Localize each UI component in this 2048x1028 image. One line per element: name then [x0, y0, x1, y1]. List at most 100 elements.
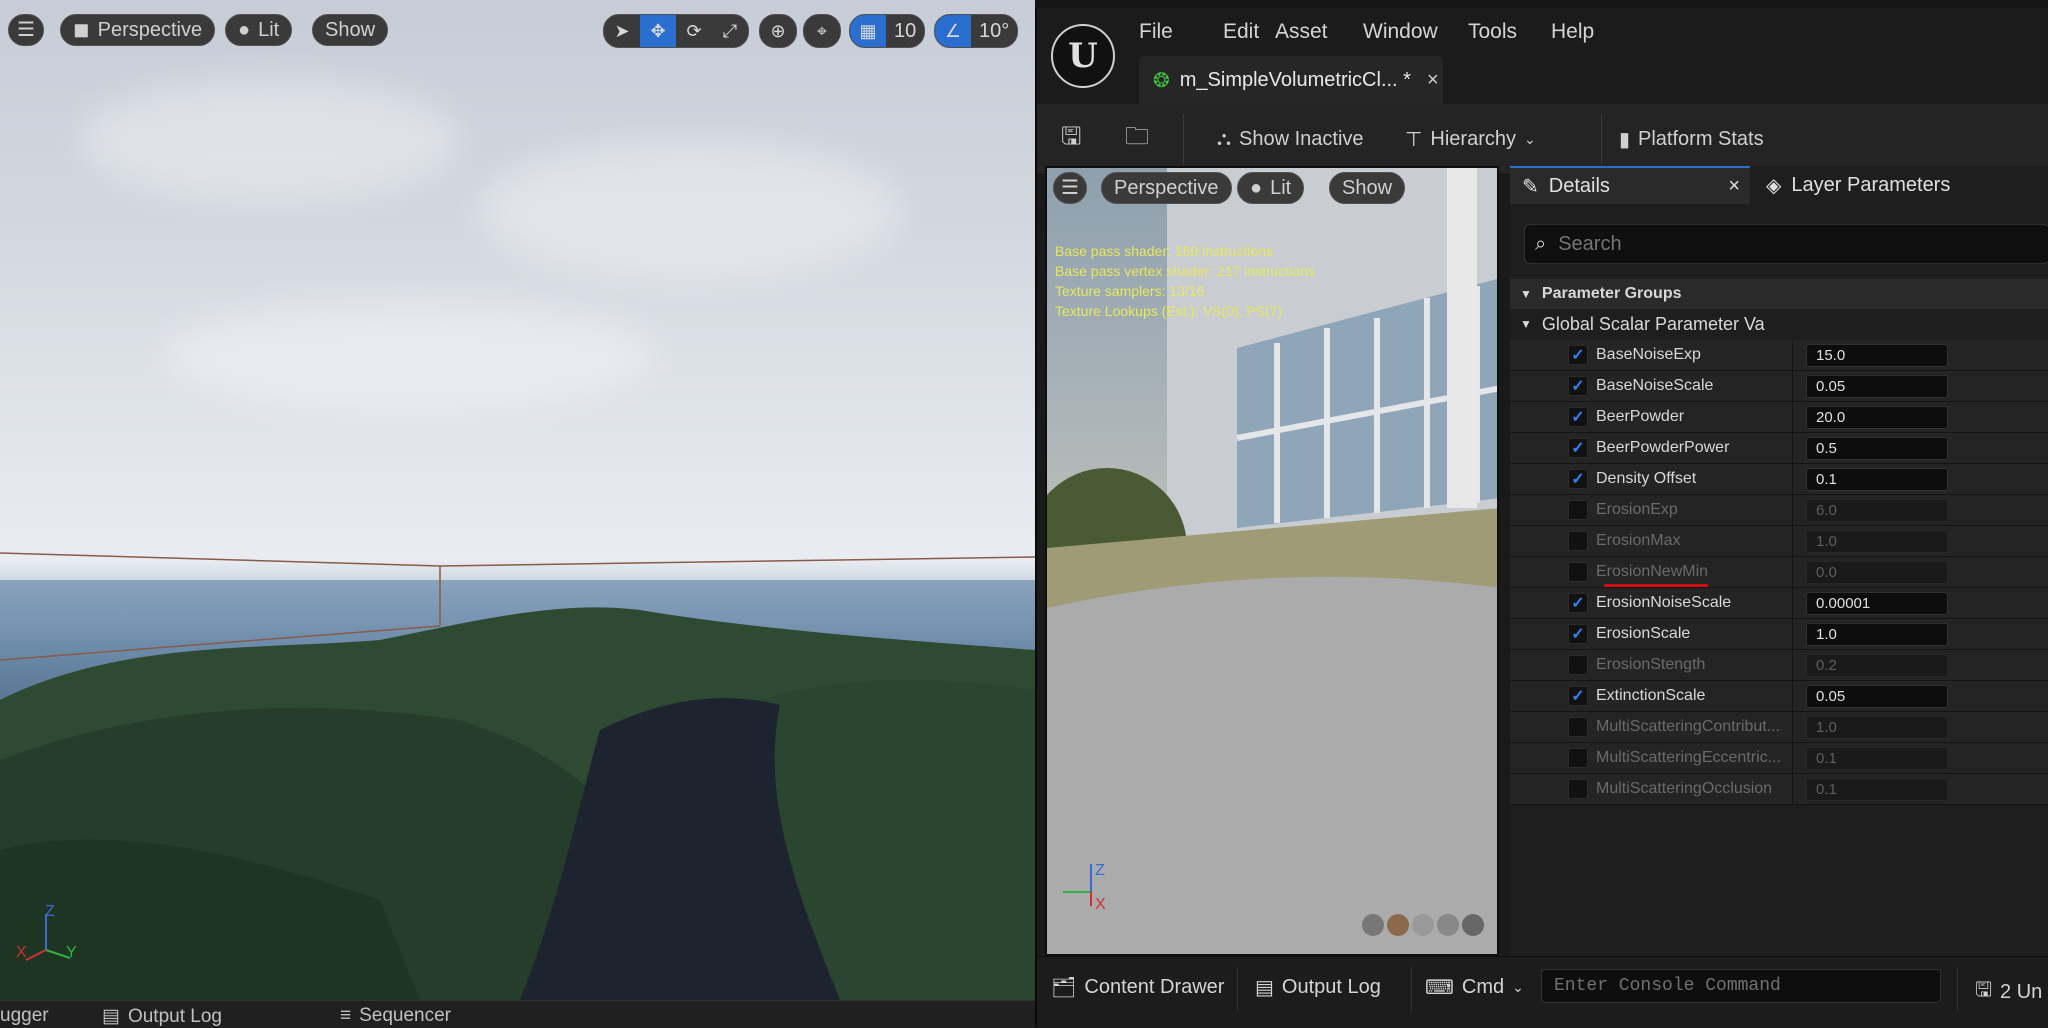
output-log-tab[interactable]: ▤ Output Log: [102, 1005, 222, 1028]
grid-snap-group: ▦ 10: [849, 14, 926, 48]
parameter-value-input[interactable]: 20.0: [1806, 406, 1948, 429]
parameter-enable-checkbox[interactable]: ✓: [1568, 686, 1588, 706]
parameter-value-input[interactable]: 0.00001: [1806, 592, 1948, 615]
menu-edit[interactable]: Edit: [1223, 20, 1259, 44]
layer-parameters-tab[interactable]: ◈ Layer Parameters: [1754, 166, 2048, 204]
parameter-enable-checkbox[interactable]: [1568, 500, 1588, 520]
parameter-value-input[interactable]: 1.0: [1806, 716, 1948, 739]
parameter-value-input[interactable]: 0.1: [1806, 778, 1948, 801]
column-divider: [1792, 402, 1793, 433]
preview-show-button[interactable]: Show: [1329, 172, 1406, 204]
parameter-value-input[interactable]: 0.2: [1806, 654, 1948, 677]
material-preview-viewport[interactable]: ☰ Perspective ● Lit Show Base pass shade…: [1045, 166, 1499, 956]
teapot-preview-icon[interactable]: [1462, 914, 1484, 936]
preview-perspective-button[interactable]: Perspective: [1101, 172, 1232, 204]
details-search[interactable]: ⌕: [1524, 224, 2048, 264]
grid-icon[interactable]: ▦: [850, 15, 886, 47]
sequencer-tab[interactable]: ≡ Sequencer: [340, 1005, 451, 1027]
parameter-enable-checkbox[interactable]: [1568, 779, 1588, 799]
menu-file[interactable]: File: [1139, 20, 1173, 44]
hierarchy-dropdown[interactable]: ⊤ Hierarchy ⌄: [1405, 124, 1536, 154]
search-input[interactable]: [1556, 231, 2011, 257]
global-scalar-group-header[interactable]: ▼ Global Scalar Parameter Va: [1510, 309, 2048, 339]
unreal-logo[interactable]: U: [1051, 24, 1115, 88]
scale-icon[interactable]: ⤢: [712, 15, 748, 47]
preview-lit-button[interactable]: ● Lit: [1237, 172, 1305, 204]
parameter-enable-checkbox[interactable]: ✓: [1568, 438, 1588, 458]
world-local-toggle: ⊕: [759, 14, 797, 48]
parameter-enable-checkbox[interactable]: ✓: [1568, 376, 1588, 396]
menu-asset[interactable]: Asset: [1275, 20, 1328, 44]
angle-snap-value[interactable]: 10°: [971, 15, 1017, 47]
menu-window[interactable]: Window: [1363, 20, 1438, 44]
parameter-value-input[interactable]: 6.0: [1806, 499, 1948, 522]
parameter-enable-checkbox[interactable]: [1568, 531, 1588, 551]
editor-status-bar: 🗂 Content Drawer ▤ Output Log ⌨ Cmd ⌄ En…: [1037, 956, 2048, 1028]
toolbar-divider: [1183, 114, 1184, 164]
close-icon[interactable]: ×: [1728, 175, 1740, 198]
platform-stats-icon: ▮: [1619, 128, 1631, 151]
parameter-value-input[interactable]: 0.1: [1806, 747, 1948, 770]
save-button[interactable]: 🖫: [1061, 123, 1081, 154]
translate-icon[interactable]: ✥: [640, 15, 676, 47]
output-log-button[interactable]: ▤ Output Log: [1255, 975, 1381, 1000]
cube-preview-icon[interactable]: [1437, 914, 1459, 936]
sphere-preview-icon[interactable]: [1387, 914, 1409, 936]
content-drawer-button[interactable]: 🗂 Content Drawer: [1051, 975, 1224, 1000]
console-input[interactable]: Enter Console Command: [1541, 969, 1941, 1003]
parameter-enable-checkbox[interactable]: [1568, 562, 1588, 582]
menu-help[interactable]: Help: [1551, 20, 1594, 44]
cmd-dropdown[interactable]: ⌨ Cmd ⌄: [1425, 975, 1524, 1000]
parameter-enable-checkbox[interactable]: [1568, 748, 1588, 768]
parameter-row: MultiScatteringOcclusion 0.1: [1510, 774, 2048, 805]
grid-snap-value[interactable]: 10: [886, 15, 924, 47]
debugger-tab[interactable]: ugger: [0, 1005, 49, 1027]
snap-icon[interactable]: ⌖: [804, 15, 840, 47]
cylinder-preview-icon[interactable]: [1362, 914, 1384, 936]
parameter-enable-checkbox[interactable]: ✓: [1568, 593, 1588, 613]
menu-bar: U File Edit Asset Window Tools Help ❂ m_…: [1037, 8, 2048, 104]
unsaved-button[interactable]: 🖫 2 Un: [1975, 975, 2042, 1009]
parameter-enable-checkbox[interactable]: ✓: [1568, 469, 1588, 489]
parameter-groups-header[interactable]: ▼ Parameter Groups: [1510, 279, 2048, 309]
select-icon[interactable]: ➤: [604, 15, 640, 47]
menu-tools[interactable]: Tools: [1468, 20, 1517, 44]
column-divider: [1792, 743, 1793, 774]
parameter-value-input[interactable]: 1.0: [1806, 623, 1948, 646]
parameter-value-input[interactable]: 0.1: [1806, 468, 1948, 491]
terrain: [0, 552, 1035, 1000]
show-button[interactable]: Show: [312, 14, 389, 46]
perspective-button[interactable]: ◼ Perspective: [60, 14, 216, 46]
plane-preview-icon[interactable]: [1412, 914, 1434, 936]
preview-menu-button[interactable]: ☰: [1053, 172, 1087, 204]
pencil-icon: ✎: [1522, 175, 1539, 198]
parameter-value-input[interactable]: 15.0: [1806, 344, 1948, 367]
asset-document-tab[interactable]: ❂ m_SimpleVolumetricCl... * ×: [1139, 56, 1443, 104]
angle-icon[interactable]: ∠: [935, 15, 971, 47]
preview-axis-z: Z: [1095, 862, 1105, 879]
show-inactive-button[interactable]: ⛬ Show Inactive: [1217, 124, 1364, 154]
parameter-value-input[interactable]: 0.05: [1806, 375, 1948, 398]
viewport-menu-button[interactable]: ☰: [8, 14, 44, 46]
parameter-enable-checkbox[interactable]: ✓: [1568, 345, 1588, 365]
platform-stats-button[interactable]: ▮ Platform Stats: [1601, 124, 1764, 154]
preview-shape-buttons: [1362, 914, 1484, 936]
status-divider: [1411, 967, 1412, 1011]
globe-icon[interactable]: ⊕: [760, 15, 796, 47]
parameter-value-input[interactable]: 0.5: [1806, 437, 1948, 460]
parameter-value-input[interactable]: 1.0: [1806, 530, 1948, 553]
parameter-value-input[interactable]: 0.05: [1806, 685, 1948, 708]
rotate-icon[interactable]: ⟳: [676, 15, 712, 47]
close-icon[interactable]: ×: [1427, 69, 1439, 92]
lit-button[interactable]: ● Lit: [225, 14, 293, 46]
level-viewport[interactable]: ☰ ◼ Perspective ● Lit Show ➤ ✥ ⟳ ⤢ ⊕ ⌖ ▦…: [0, 0, 1035, 1000]
stat-texture-lookups: Texture Lookups (Est.): VS(0), PS(7): [1055, 303, 1283, 319]
parameter-enable-checkbox[interactable]: [1568, 717, 1588, 737]
parameter-enable-checkbox[interactable]: ✓: [1568, 407, 1588, 427]
browse-icon: 🗀: [1125, 122, 1149, 150]
details-tab[interactable]: ✎ Details ×: [1510, 166, 1750, 204]
parameter-enable-checkbox[interactable]: ✓: [1568, 624, 1588, 644]
parameter-enable-checkbox[interactable]: [1568, 655, 1588, 675]
parameter-value-input[interactable]: 0.0: [1806, 561, 1948, 584]
browse-button[interactable]: 🗀: [1125, 123, 1149, 154]
